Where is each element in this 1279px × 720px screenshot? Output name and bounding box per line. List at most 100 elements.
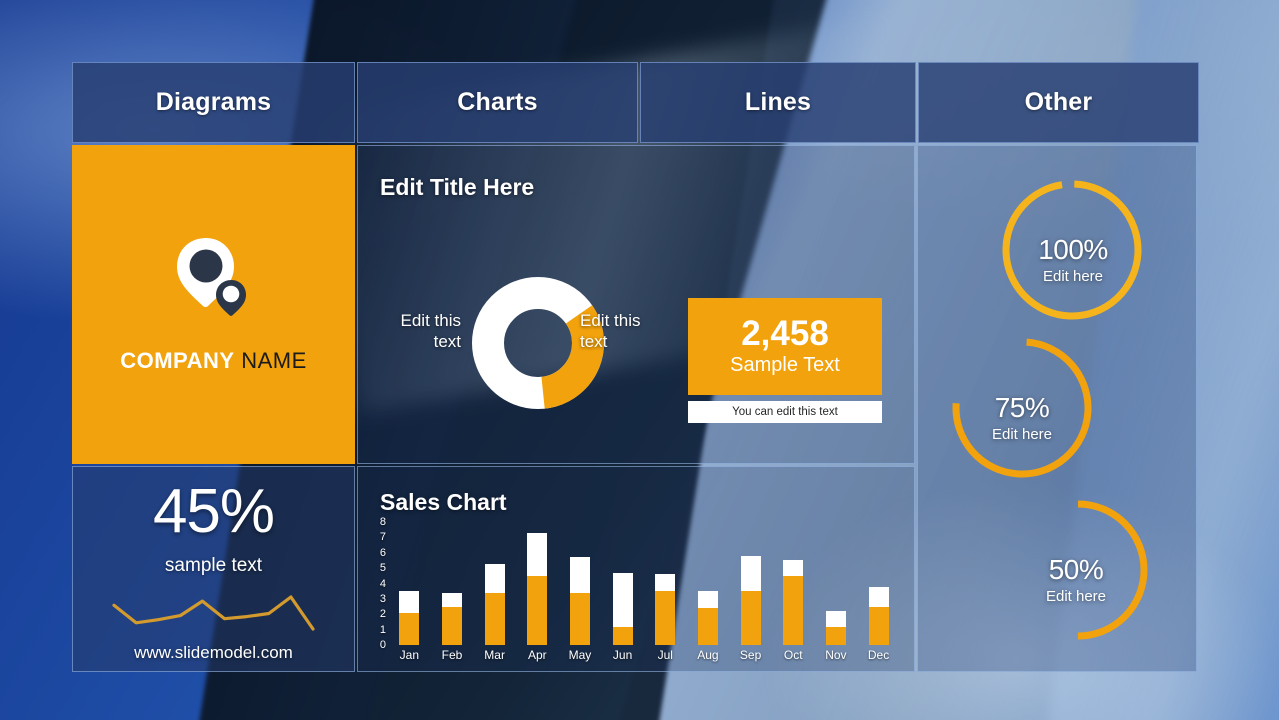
dashboard: Diagrams Charts Lines Other COMPANY NAME… bbox=[72, 62, 1197, 672]
x-tick-label: Jun bbox=[604, 648, 642, 662]
ring-75-text: 75% Edit here bbox=[942, 392, 1102, 443]
x-tick-label: Nov bbox=[817, 648, 855, 662]
stat-card[interactable]: 2,458 Sample Text bbox=[688, 298, 882, 395]
y-tick: 6 bbox=[380, 548, 386, 559]
tab-bar: Diagrams Charts Lines Other bbox=[72, 62, 1197, 143]
bar-stack bbox=[613, 573, 633, 645]
y-axis: 876543210 bbox=[366, 522, 386, 645]
bar-segment-white bbox=[698, 591, 718, 608]
y-tick: 1 bbox=[380, 625, 386, 636]
bar-column[interactable] bbox=[732, 556, 770, 645]
x-tick-label: May bbox=[561, 648, 599, 662]
bar-stack bbox=[741, 556, 761, 645]
bar-column[interactable] bbox=[689, 591, 727, 645]
y-tick: 2 bbox=[380, 609, 386, 620]
trend-sparkline bbox=[111, 591, 316, 633]
tab-lines[interactable]: Lines bbox=[640, 62, 916, 143]
bar-segment-orange bbox=[826, 627, 846, 645]
bar-column[interactable] bbox=[774, 560, 812, 645]
bar-segment-white bbox=[741, 556, 761, 591]
bar-stack bbox=[698, 591, 718, 645]
tab-other[interactable]: Other bbox=[918, 62, 1199, 143]
ring-50-percent: 50% bbox=[996, 554, 1156, 586]
x-tick-label: Feb bbox=[433, 648, 471, 662]
bar-column[interactable] bbox=[433, 593, 471, 645]
company-name-word-1: COMPANY bbox=[120, 348, 234, 373]
kpi-panel: 45% sample text www.slidemodel.com bbox=[72, 466, 355, 672]
y-tick: 0 bbox=[380, 640, 386, 651]
bar-segment-white bbox=[869, 587, 889, 607]
website-url[interactable]: www.slidemodel.com bbox=[134, 643, 293, 663]
ring-100-text: 100% Edit here bbox=[993, 234, 1153, 285]
ring-100-percent: 100% bbox=[993, 234, 1153, 266]
bar-segment-orange bbox=[570, 593, 590, 645]
bar-segment-white bbox=[399, 591, 419, 613]
bar-column[interactable] bbox=[817, 611, 855, 645]
donut-label-right: Edit this text bbox=[580, 310, 660, 353]
ring-50-caption: Edit here bbox=[996, 588, 1156, 605]
y-tick: 8 bbox=[380, 517, 386, 528]
bar-segment-white bbox=[655, 574, 675, 591]
location-pin-icon bbox=[175, 236, 253, 330]
bar-segment-orange bbox=[485, 593, 505, 645]
bar-stack bbox=[655, 574, 675, 645]
bar-segment-white bbox=[527, 533, 547, 576]
bar-column[interactable] bbox=[646, 574, 684, 645]
sales-chart-area: 876543210 JanFebMarAprMayJunJulAugSepOct… bbox=[366, 522, 908, 667]
donut-row: Edit this text Edit this text 2,458 Samp… bbox=[358, 218, 914, 418]
tab-charts[interactable]: Charts bbox=[357, 62, 638, 143]
bar-segment-white bbox=[613, 573, 633, 627]
bar-segment-white bbox=[826, 611, 846, 626]
x-tick-label: Dec bbox=[860, 648, 898, 662]
x-tick-label: Sep bbox=[732, 648, 770, 662]
bar-stack bbox=[485, 564, 505, 645]
company-logo-panel[interactable]: COMPANY NAME bbox=[72, 145, 355, 464]
x-tick-label: Aug bbox=[689, 648, 727, 662]
x-tick-label: Oct bbox=[774, 648, 812, 662]
bar-stack bbox=[570, 557, 590, 645]
kpi-value: 45% bbox=[153, 481, 274, 543]
bar-stack bbox=[826, 611, 846, 645]
ring-50-text: 50% Edit here bbox=[996, 554, 1156, 605]
bar-column[interactable] bbox=[561, 557, 599, 645]
bar-stack bbox=[527, 533, 547, 645]
charts-panel: Edit Title Here Edit this text Edit this… bbox=[357, 145, 915, 464]
stat-edit-note[interactable]: You can edit this text bbox=[688, 401, 882, 423]
bar-column[interactable] bbox=[390, 591, 428, 645]
bar-stack bbox=[869, 587, 889, 645]
tab-lines-label: Lines bbox=[745, 88, 811, 117]
ring-75-caption: Edit here bbox=[942, 426, 1102, 443]
tab-diagrams[interactable]: Diagrams bbox=[72, 62, 355, 143]
ring-75-percent: 75% bbox=[942, 392, 1102, 424]
y-tick: 3 bbox=[380, 594, 386, 605]
bar-group bbox=[388, 522, 900, 645]
bar-segment-orange bbox=[698, 608, 718, 645]
ring-100-caption: Edit here bbox=[993, 268, 1153, 285]
x-tick-label: Jan bbox=[390, 648, 428, 662]
company-name: COMPANY NAME bbox=[120, 348, 307, 374]
bar-column[interactable] bbox=[860, 587, 898, 645]
x-tick-label: Jul bbox=[646, 648, 684, 662]
bar-column[interactable] bbox=[604, 573, 642, 645]
y-tick: 7 bbox=[380, 532, 386, 543]
bar-segment-orange bbox=[442, 607, 462, 645]
progress-rings-panel: 100% Edit here 75% Edit here 50% Edit he… bbox=[917, 145, 1197, 672]
bar-segment-white bbox=[570, 557, 590, 592]
bar-segment-orange bbox=[527, 576, 547, 645]
company-name-word-2: NAME bbox=[241, 348, 307, 373]
bar-segment-orange bbox=[655, 591, 675, 645]
bar-segment-orange bbox=[783, 576, 803, 645]
bar-segment-orange bbox=[741, 591, 761, 645]
stat-value: 2,458 bbox=[741, 316, 829, 353]
bar-column[interactable] bbox=[476, 564, 514, 645]
bar-column[interactable] bbox=[518, 533, 556, 645]
bar-segment-orange bbox=[399, 613, 419, 645]
y-tick: 5 bbox=[380, 563, 386, 574]
bar-segment-white bbox=[442, 593, 462, 607]
bar-stack bbox=[783, 560, 803, 645]
x-tick-label: Apr bbox=[518, 648, 556, 662]
bar-segment-white bbox=[783, 560, 803, 575]
bar-segment-white bbox=[485, 564, 505, 593]
x-tick-label: Mar bbox=[476, 648, 514, 662]
donut-label-left: Edit this text bbox=[376, 310, 461, 353]
